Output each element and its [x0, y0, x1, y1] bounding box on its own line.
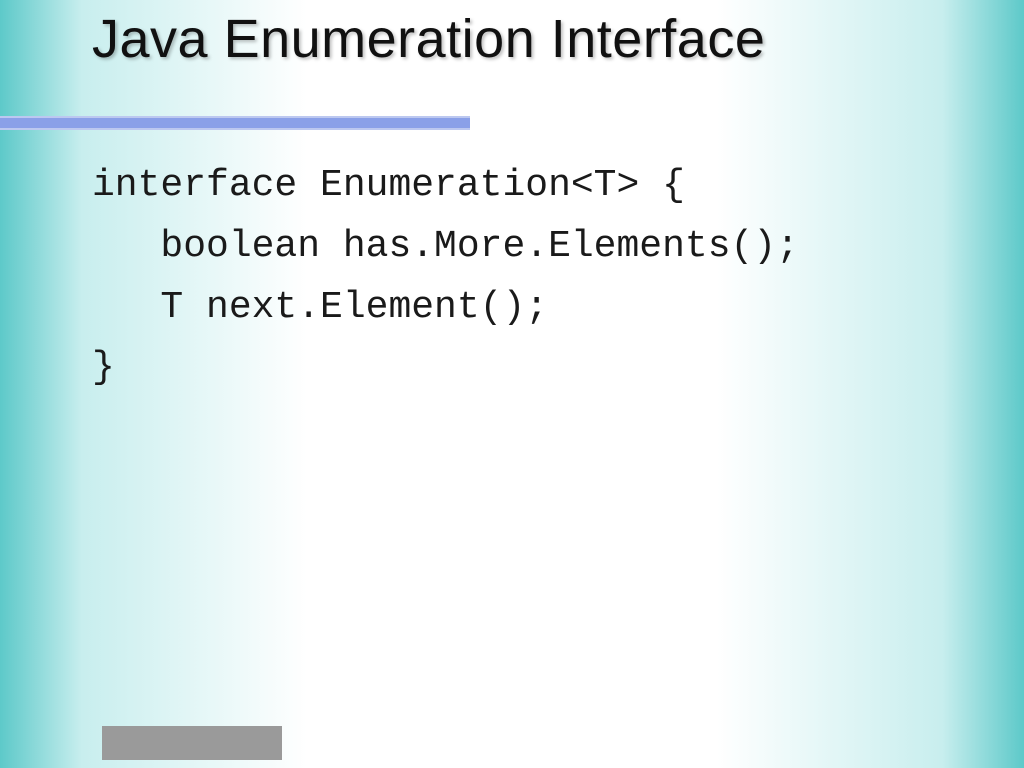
code-line-2: boolean has.More.Elements();: [92, 225, 799, 268]
code-line-4: }: [92, 346, 115, 389]
code-block: interface Enumeration<T> { boolean has.M…: [92, 156, 799, 399]
footer-bar: [102, 726, 282, 760]
title-underline: [0, 116, 470, 130]
slide: Java Enumeration Interface interface Enu…: [0, 0, 1024, 768]
code-line-1: interface Enumeration<T> {: [92, 164, 685, 207]
code-line-3: T next.Element();: [92, 286, 548, 329]
slide-title: Java Enumeration Interface: [92, 8, 765, 70]
